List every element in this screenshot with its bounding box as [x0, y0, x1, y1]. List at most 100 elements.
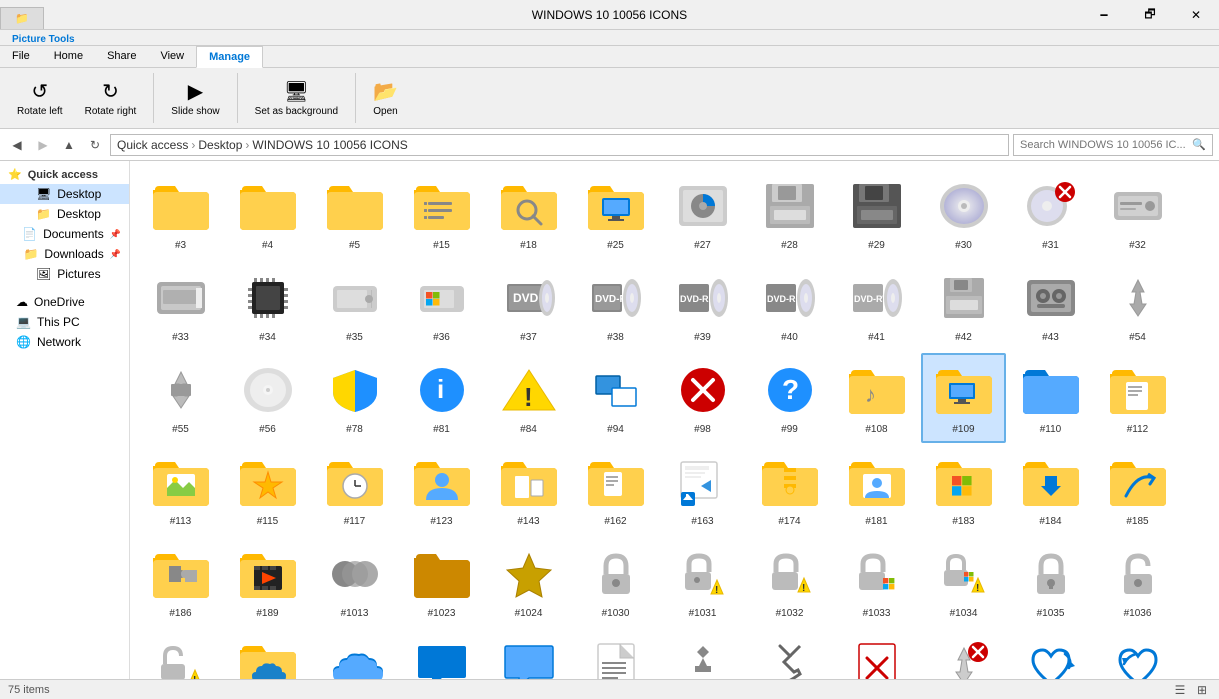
icon-item-39[interactable]: DVD-RAM #39 — [660, 261, 745, 351]
icon-item-54[interactable]: #54 — [1095, 261, 1180, 351]
sidebar-item-documents[interactable]: 📄 Documents 📌 — [0, 224, 129, 244]
back-button[interactable]: ◀ — [6, 134, 28, 156]
icon-item-55[interactable]: #55 — [138, 353, 223, 443]
icon-item-5311[interactable]: #5311 — [1008, 629, 1093, 679]
icon-item-143[interactable]: #143 — [486, 445, 571, 535]
sidebar-item-pictures[interactable]: 🖼 Pictures — [0, 264, 129, 284]
sidebar-item-network[interactable]: 🌐 Network — [0, 332, 129, 352]
path-desktop[interactable]: Desktop — [198, 138, 242, 152]
icon-item-28[interactable]: #28 — [747, 169, 832, 259]
icon-item-108[interactable]: ♪ #108 — [834, 353, 919, 443]
address-path[interactable]: Quick access › Desktop › WINDOWS 10 1005… — [110, 134, 1009, 156]
icon-item-43[interactable]: #43 — [1008, 261, 1093, 351]
icon-item-1013[interactable]: #1013 — [312, 537, 397, 627]
tab-file[interactable]: File — [0, 46, 42, 67]
icon-item-189[interactable]: #189 — [225, 537, 310, 627]
icon-item-1030[interactable]: #1030 — [573, 537, 658, 627]
icon-item-1043[interactable]: #1043 — [312, 629, 397, 679]
sidebar-quick-access[interactable]: ⭐ Quick access — [0, 165, 129, 184]
icon-item-115[interactable]: #115 — [225, 445, 310, 535]
forward-button[interactable]: ▶ — [32, 134, 54, 156]
icon-item-31[interactable]: #31 — [1008, 169, 1093, 259]
icon-item-1032[interactable]: ! #1032 — [747, 537, 832, 627]
icon-item-163[interactable]: #163 — [660, 445, 745, 535]
icon-item-3[interactable]: #3 — [138, 169, 223, 259]
icon-item-78[interactable]: #78 — [312, 353, 397, 443]
slideshow-button[interactable]: ▶ Slide show — [162, 74, 228, 122]
icon-item-117[interactable]: #117 — [312, 445, 397, 535]
icon-item-1035[interactable]: #1035 — [1008, 537, 1093, 627]
icon-item-5102[interactable]: #5102 — [834, 629, 919, 679]
icon-item-183[interactable]: #183 — [921, 445, 1006, 535]
icon-item-5101[interactable]: #5101 — [747, 629, 832, 679]
icon-item-41[interactable]: DVD-RW #41 — [834, 261, 919, 351]
refresh-button[interactable]: ↻ — [84, 134, 106, 156]
tab-view[interactable]: View — [148, 46, 196, 67]
icon-item-1301[interactable]: #1301 — [399, 629, 484, 679]
sidebar-item-desktop1[interactable]: 🖥 Desktop — [0, 184, 129, 204]
icon-item-1033[interactable]: #1033 — [834, 537, 919, 627]
icon-item-1036[interactable]: #1036 — [1095, 537, 1180, 627]
icon-item-1303[interactable]: #1303 — [573, 629, 658, 679]
icon-item-4[interactable]: #4 — [225, 169, 310, 259]
tab-share[interactable]: Share — [95, 46, 148, 67]
icon-item-1040[interactable]: #1040 — [225, 629, 310, 679]
icon-item-5315[interactable]: #5315 — [1095, 629, 1180, 679]
icon-item-112[interactable]: #112 — [1095, 353, 1180, 443]
icon-item-181[interactable]: #181 — [834, 445, 919, 535]
icon-item-186[interactable]: #186 — [138, 537, 223, 627]
sidebar-item-downloads[interactable]: 📁 Downloads 📌 — [0, 244, 129, 264]
icon-item-113[interactable]: #113 — [138, 445, 223, 535]
icon-item-38[interactable]: DVD-R #38 — [573, 261, 658, 351]
icon-item-25[interactable]: #25 — [573, 169, 658, 259]
icon-item-94[interactable]: #94 — [573, 353, 658, 443]
sidebar-item-desktop2[interactable]: 📁 Desktop — [0, 204, 129, 224]
icon-item-1037[interactable]: ! #1037 — [138, 629, 223, 679]
path-quick-access[interactable]: Quick access — [117, 138, 188, 152]
icon-item-123[interactable]: #123 — [399, 445, 484, 535]
icon-item-1024[interactable]: #1024 — [486, 537, 571, 627]
icon-item-37[interactable]: DVD #37 — [486, 261, 571, 351]
icon-item-1034[interactable]: ! #1034 — [921, 537, 1006, 627]
maximize-button[interactable]: 🗗 — [1127, 0, 1173, 30]
details-view-button[interactable]: ☰ — [1171, 681, 1189, 699]
open-button[interactable]: 📂 Open — [364, 74, 407, 122]
icon-item-27[interactable]: #27 — [660, 169, 745, 259]
up-button[interactable]: ▲ — [58, 134, 80, 156]
icon-item-35[interactable]: #35 — [312, 261, 397, 351]
icon-item-98[interactable]: #98 — [660, 353, 745, 443]
icon-item-18[interactable]: #18 — [486, 169, 571, 259]
large-icon-view-button[interactable]: ⊞ — [1193, 681, 1211, 699]
quick-access-tab[interactable]: 📁 — [0, 7, 44, 29]
rotate-right-button[interactable]: ↻ Rotate right — [76, 74, 146, 122]
search-input[interactable] — [1020, 139, 1192, 151]
icon-item-33[interactable]: #33 — [138, 261, 223, 351]
icon-item-185[interactable]: #185 — [1095, 445, 1180, 535]
icon-item-40[interactable]: DVD-ROM #40 — [747, 261, 832, 351]
icon-item-1023[interactable]: #1023 — [399, 537, 484, 627]
icon-item-56[interactable]: #56 — [225, 353, 310, 443]
icon-item-1031[interactable]: ! #1031 — [660, 537, 745, 627]
icon-item-1302[interactable]: #1302 — [486, 629, 571, 679]
icon-item-36[interactable]: #36 — [399, 261, 484, 351]
icon-item-162[interactable]: #162 — [573, 445, 658, 535]
sidebar-item-thispc[interactable]: 💻 This PC — [0, 312, 129, 332]
icon-item-84[interactable]: ! #84 — [486, 353, 571, 443]
tab-manage[interactable]: Manage — [196, 46, 263, 68]
rotate-left-button[interactable]: ↺ Rotate left — [8, 74, 72, 122]
icon-item-81[interactable]: i #81 — [399, 353, 484, 443]
icon-item-15[interactable]: #15 — [399, 169, 484, 259]
icon-item-34[interactable]: #34 — [225, 261, 310, 351]
icon-item-29[interactable]: #29 — [834, 169, 919, 259]
icon-item-32[interactable]: #32 — [1095, 169, 1180, 259]
path-folder[interactable]: WINDOWS 10 10056 ICONS — [252, 138, 407, 152]
icon-item-42[interactable]: #42 — [921, 261, 1006, 351]
tab-home[interactable]: Home — [42, 46, 95, 67]
icon-item-5305[interactable]: #5305 — [921, 629, 1006, 679]
icon-item-110[interactable]: #110 — [1008, 353, 1093, 443]
minimize-button[interactable]: 🗕 — [1081, 0, 1127, 30]
icon-item-5100[interactable]: #5100 — [660, 629, 745, 679]
icon-item-174[interactable]: #174 — [747, 445, 832, 535]
close-button[interactable]: ✕ — [1173, 0, 1219, 30]
icon-item-184[interactable]: #184 — [1008, 445, 1093, 535]
